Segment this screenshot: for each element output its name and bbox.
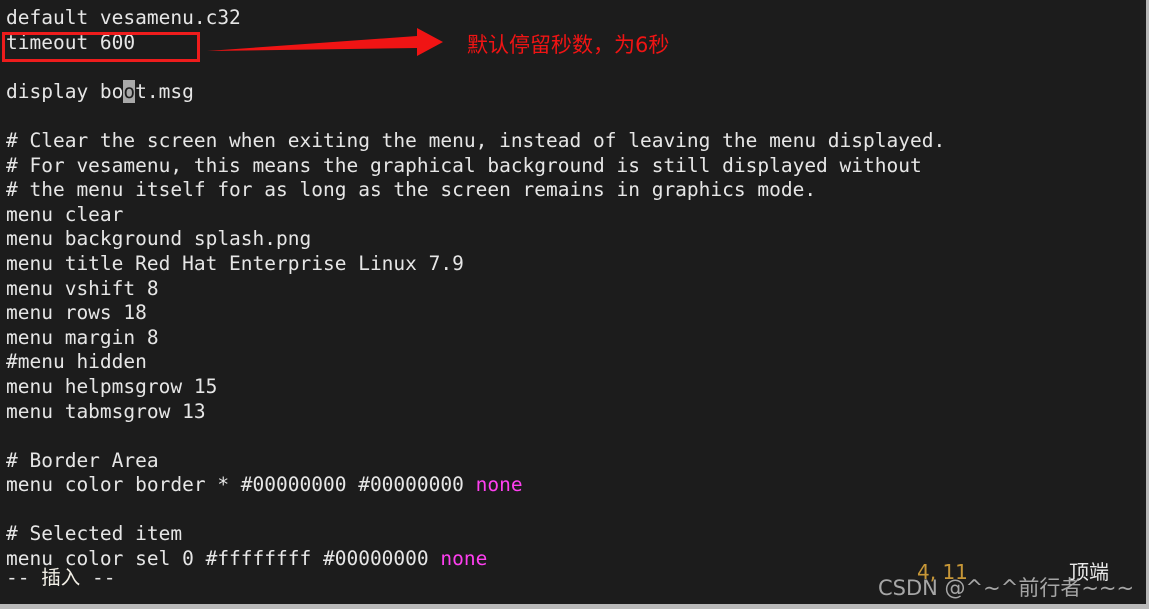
annotation-text: 默认停留秒数，为6秒 [467, 33, 670, 57]
code-line-blank-4 [6, 498, 1146, 523]
code-line-menu-color-sel: menu color sel 0 #ffffffff #00000000 non… [6, 547, 1146, 572]
status-mode-label: 插入 [41, 566, 81, 589]
csdn-watermark: CSDN @^~^前行者~~~ [878, 576, 1135, 600]
annotation-arrow-icon [207, 28, 443, 56]
code-line-default: default vesamenu.c32 [6, 6, 241, 29]
code-line-menu-helpmsgrow: menu helpmsgrow 15 [6, 374, 218, 398]
code-line-menu-hidden: #menu hidden [6, 350, 147, 374]
code-line-menu-tabmsgrow: menu tabmsgrow 13 [6, 399, 206, 423]
terminal-window: default vesamenu.c32 timeout 600 display… [0, 0, 1149, 609]
code-line-comment-selected-item: # Selected item [6, 522, 183, 546]
vim-status-mode: -- 插入 -- [6, 566, 115, 590]
code-line-comment-vesamenu: # For vesamenu, this means the graphical… [6, 153, 922, 177]
text-cursor: o [123, 79, 136, 103]
code-line-comment-menuitself: # the menu itself for as long as the scr… [6, 178, 817, 202]
code-line-blank-3 [6, 424, 1146, 449]
status-mode-suffix: -- [80, 566, 116, 589]
sel-line-keyword: none [440, 547, 488, 571]
code-line-menu-title: menu title Red Hat Enterprise Linux 7.9 [6, 251, 464, 275]
code-line-menu-background: menu background splash.png [6, 227, 312, 251]
code-line-comment-border-area: # Border Area [6, 448, 159, 472]
border-line-prefix: menu color border * #00000000 #00000000 [6, 473, 476, 497]
display-line-suffix: t.msg [135, 79, 194, 103]
status-mode-prefix: -- [6, 566, 42, 589]
code-line-blank-2 [6, 104, 1146, 129]
code-line-menu-color-border: menu color border * #00000000 #00000000 … [6, 473, 1146, 498]
code-line-display: display boot.msg [6, 79, 1146, 105]
code-line-menu-clear: menu clear [6, 202, 124, 226]
code-line-menu-rows: menu rows 18 [6, 301, 147, 325]
terminal-text-area[interactable]: default vesamenu.c32 timeout 600 display… [0, 0, 1146, 601]
code-line-menu-margin: menu margin 8 [6, 325, 159, 349]
border-line-keyword: none [475, 473, 523, 497]
code-line-menu-vshift: menu vshift 8 [6, 276, 159, 300]
code-line-comment-clear: # Clear the screen when exiting the menu… [6, 128, 946, 152]
display-line-prefix: display bo [6, 79, 124, 103]
